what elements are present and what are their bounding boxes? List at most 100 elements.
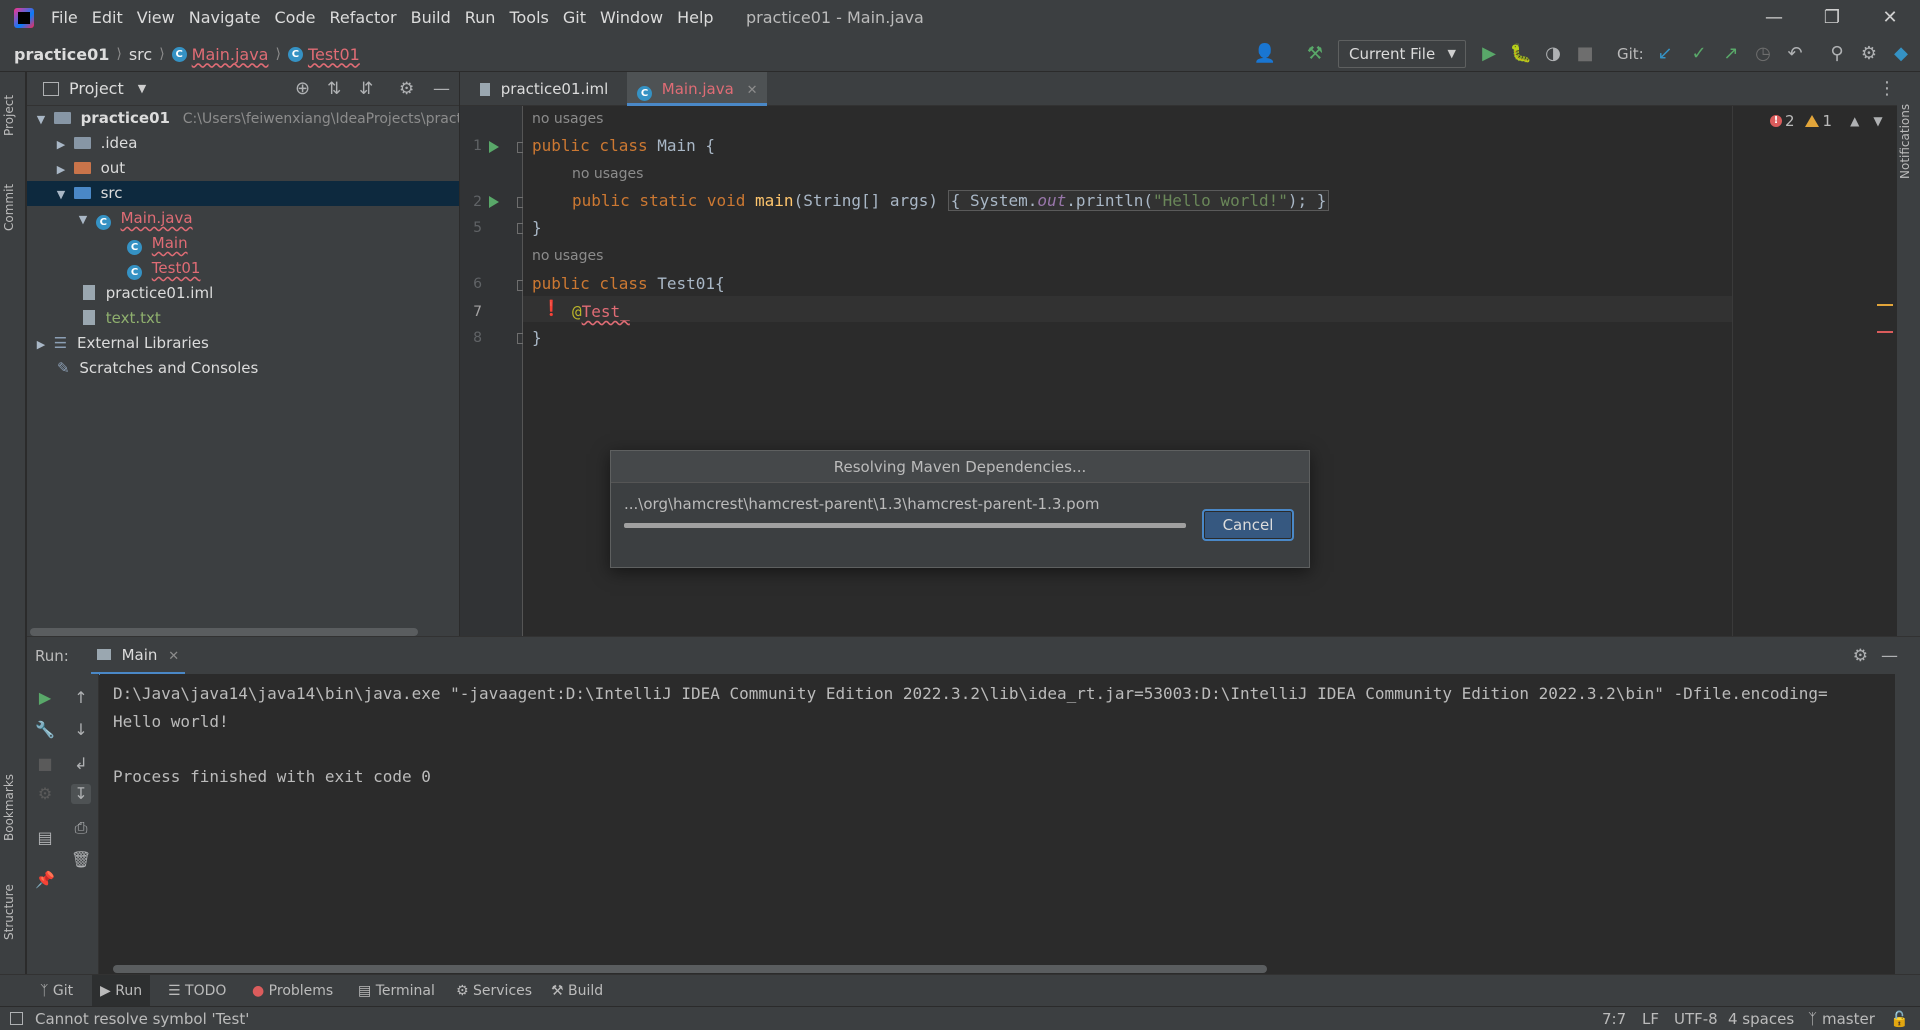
tree-item-external-libraries[interactable]: ▶ ☰ External Libraries [27,331,459,356]
tree-item-src[interactable]: ▼ src [27,181,459,206]
scroll-to-end-icon[interactable]: ↧ [71,784,91,804]
tree-item-practice01[interactable]: ▼ practice01 C:\Users\feiwenxiang\IdeaPr… [27,106,459,131]
menu-build[interactable]: Build [404,0,458,36]
print-icon[interactable]: ⎙ [71,818,91,838]
run-gutter-icon[interactable] [489,196,499,208]
search-icon[interactable]: ⚲ [1822,36,1852,72]
chevron-down-icon[interactable]: ▼ [75,207,91,232]
tool-services[interactable]: ⚙ Services [448,975,540,1007]
git-branch[interactable]: master [1822,1010,1875,1028]
tool-git[interactable]: ᛉ Git [32,975,81,1007]
side-tab-bookmarks[interactable]: Bookmarks [2,762,24,852]
breadcrumb-project[interactable]: practice01 [14,45,109,64]
project-panel-title[interactable]: Project [69,79,124,98]
chevron-down-icon[interactable]: ▼ [53,182,69,207]
rerun-icon[interactable]: ▶ [35,688,55,708]
breadcrumb-main-java[interactable]: Main.java [192,45,269,64]
trash-icon[interactable]: 🗑 [71,850,91,870]
menu-run[interactable]: Run [458,0,503,36]
cancel-button[interactable]: Cancel [1202,509,1294,541]
stop-icon[interactable]: ■ [1570,36,1600,72]
run-tab-main[interactable]: Main ✕ [90,637,186,675]
wrench-icon[interactable]: 🔧 [35,720,55,740]
chevron-down-icon[interactable]: ▼ [27,107,49,132]
tab-main-java[interactable]: C Main.java ✕ [627,72,768,106]
tree-item-out[interactable]: ▶ out [27,156,459,181]
toggle-tool-windows-icon[interactable] [10,1012,23,1025]
rollback-icon[interactable]: ↶ [1780,36,1810,72]
tree-item-scratches[interactable]: ✎ Scratches and Consoles [27,356,459,381]
menu-file[interactable]: File [44,0,85,36]
history-icon[interactable]: ◷ [1748,36,1778,72]
usage-hint[interactable]: no usages [532,248,603,264]
tree-item-main-class[interactable]: C Main [27,231,459,256]
side-tab-notifications[interactable]: Notifications [1898,86,1920,196]
pin-icon[interactable]: 📌 [35,870,55,890]
debug-icon[interactable]: 🐛 [1506,36,1536,72]
indent-setting[interactable]: 4 spaces [1728,1010,1794,1028]
menu-view[interactable]: View [130,0,182,36]
locate-file-icon[interactable]: ⊕ [295,78,310,99]
menu-tools[interactable]: Tools [502,0,555,36]
tool-build[interactable]: ⚒ Build [543,975,611,1007]
layout-icon[interactable]: ▤ [35,828,55,848]
git-commit-icon[interactable]: ✓ [1684,36,1714,72]
chevron-right-icon[interactable]: ▶ [33,332,49,357]
lock-icon[interactable]: 🔓 [1890,1010,1909,1028]
close-tab-icon[interactable]: ✕ [168,649,179,664]
gear-icon[interactable]: ⚙ [1853,646,1868,666]
hide-panel-icon[interactable]: — [433,79,450,99]
user-icon[interactable]: 👤 [1250,36,1280,72]
menu-help[interactable]: Help [670,0,720,36]
hide-panel-icon[interactable]: — [1881,646,1898,666]
tab-practice01-iml[interactable]: practice01.iml [470,72,618,106]
inspection-widget[interactable]: ! 2 1 ▲ ▼ [1770,112,1883,130]
git-push-icon[interactable]: ↗ [1716,36,1746,72]
collapse-all-icon[interactable]: ⇵ [359,79,373,99]
chevron-right-icon[interactable]: ▶ [53,132,69,157]
side-tab-project[interactable]: Project [2,80,24,150]
usage-hint[interactable]: no usages [572,166,643,182]
restore-icon[interactable]: ❐ [1803,0,1861,36]
gear-icon[interactable]: ⚙ [399,79,414,99]
intellij-logo-icon[interactable] [14,8,34,28]
tree-item-idea[interactable]: ▶ .idea [27,131,459,156]
side-tab-structure[interactable]: Structure [2,872,24,952]
stop-icon[interactable]: ■ [35,754,55,774]
git-update-icon[interactable]: ↙ [1650,36,1680,72]
warning-stripe-marker[interactable] [1877,304,1893,306]
menu-navigate[interactable]: Navigate [182,0,268,36]
menu-edit[interactable]: Edit [85,0,130,36]
side-tab-commit[interactable]: Commit [2,172,24,242]
console-horizontal-scrollbar[interactable] [113,965,1267,973]
chevron-right-icon[interactable]: ▶ [53,157,69,182]
run-icon[interactable]: ▶ [1474,36,1504,72]
file-encoding[interactable]: UTF-8 [1674,1010,1718,1028]
settings-icon[interactable]: ⚙ [1854,36,1884,72]
breadcrumb-test01[interactable]: Test01 [308,45,360,64]
tree-item-main-java[interactable]: ▼ C Main.java [27,206,459,231]
tool-todo[interactable]: ☰ TODO [160,975,234,1007]
close-tab-icon[interactable]: ✕ [747,83,758,98]
line-separator[interactable]: LF [1642,1010,1659,1028]
console-output[interactable]: D:\Java\java14\java14\bin\java.exe "-jav… [100,674,1895,974]
up-arrow-icon[interactable]: ↑ [71,688,91,708]
menu-code[interactable]: Code [268,0,323,36]
menu-window[interactable]: Window [593,0,670,36]
run-configuration-dropdown[interactable]: Current File ▼ [1338,40,1466,68]
run-gutter-icon[interactable] [489,141,499,153]
minimize-icon[interactable]: — [1745,0,1803,36]
coverage-icon[interactable]: ◑ [1538,36,1568,72]
previous-highlight-icon[interactable]: ▲ [1850,114,1859,128]
menu-refactor[interactable]: Refactor [322,0,403,36]
project-horizontal-scrollbar[interactable] [30,628,418,636]
close-window-icon[interactable]: ✕ [1861,0,1919,36]
tool-problems[interactable]: ● Problems [244,975,341,1007]
usage-hint[interactable]: no usages [532,111,603,127]
soft-wrap-icon[interactable]: ↲ [71,754,91,774]
tree-item-iml[interactable]: practice01.iml [27,281,459,306]
tool-run[interactable]: ▶ Run [92,975,151,1007]
breadcrumb-src[interactable]: src [129,45,152,64]
tree-item-text-txt[interactable]: text.txt [27,306,459,331]
restore-layout-icon[interactable]: ⚙ [35,784,55,804]
